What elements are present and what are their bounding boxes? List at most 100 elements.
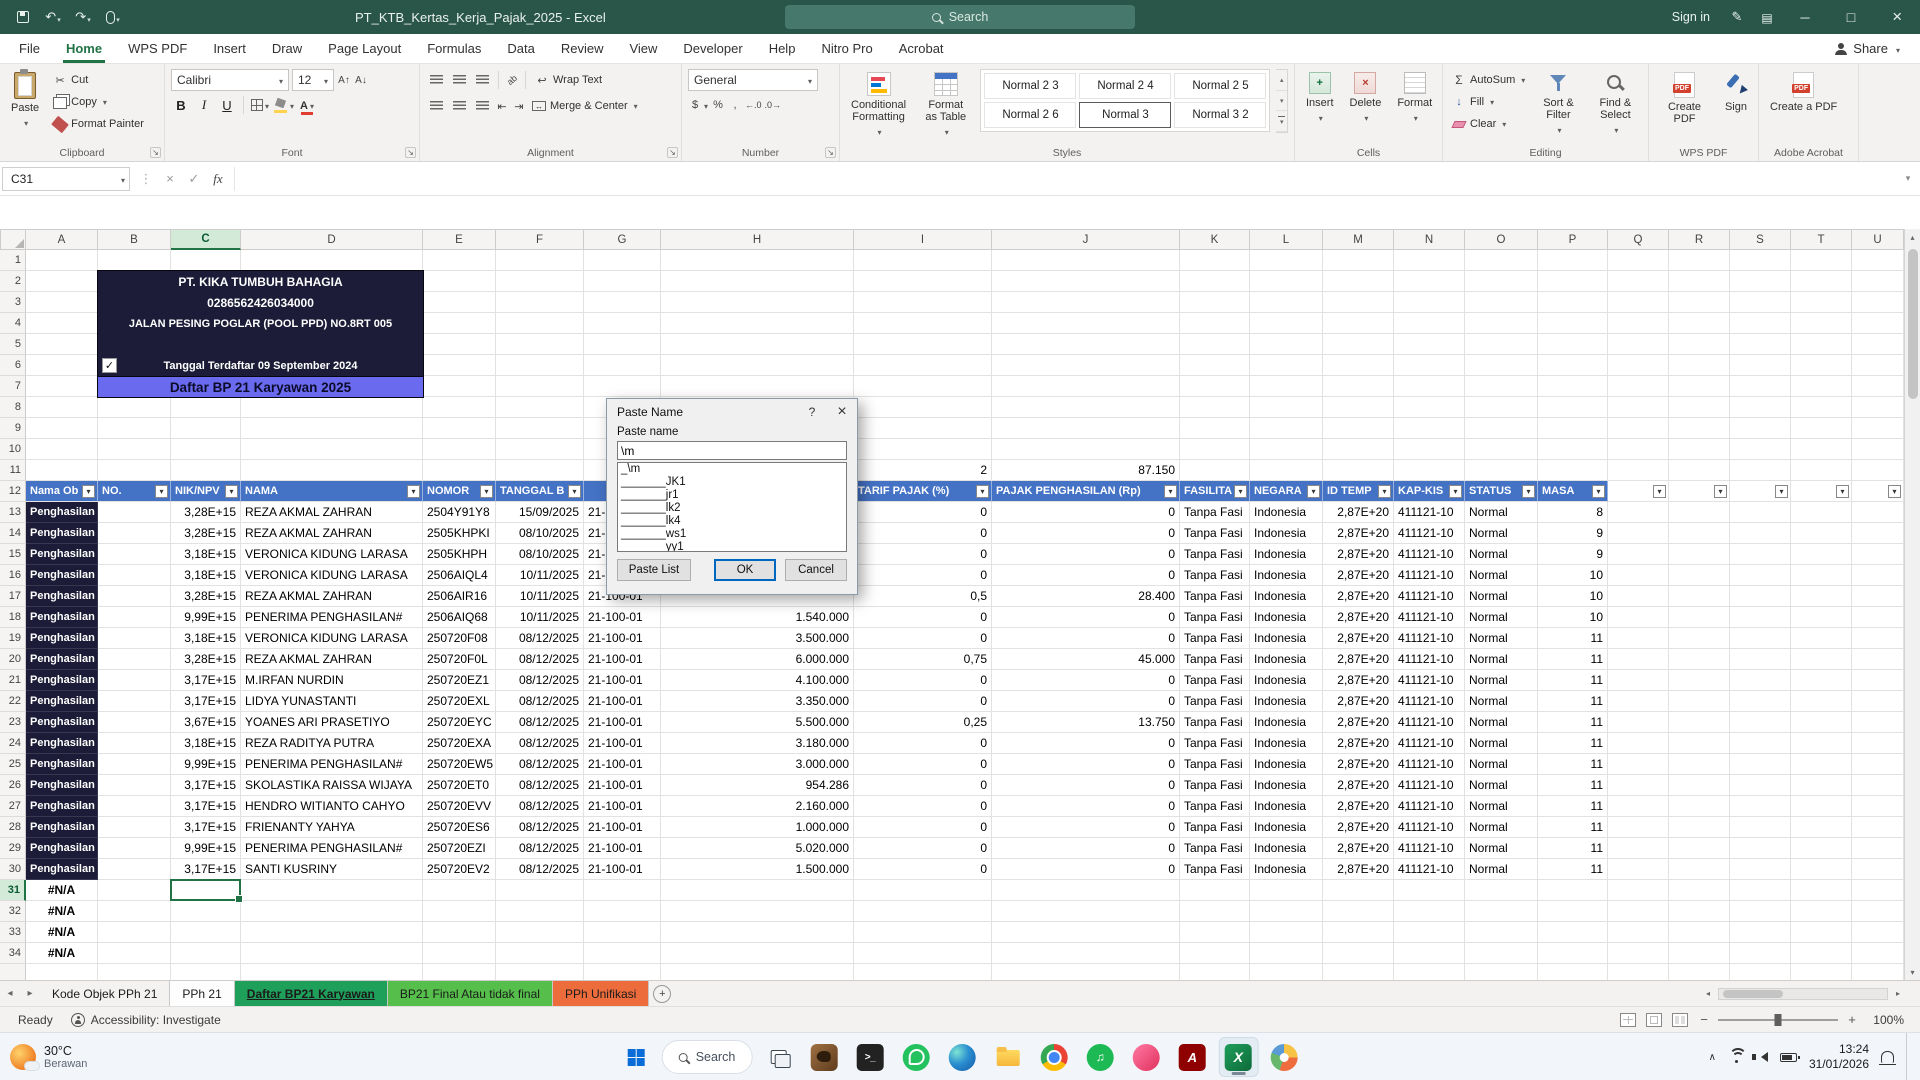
cell-R3[interactable] <box>1669 292 1730 313</box>
cell-J32[interactable] <box>992 901 1180 922</box>
row-header-14[interactable]: 14 <box>0 523 26 544</box>
cell-T23[interactable] <box>1791 712 1852 733</box>
cell-P18[interactable]: 10 <box>1538 607 1608 628</box>
cell-C21[interactable]: 3,17E+15 <box>171 670 241 691</box>
cell-P22[interactable]: 11 <box>1538 691 1608 712</box>
font-size-select[interactable]: 12 <box>292 69 334 91</box>
scroll-up-button[interactable] <box>1905 229 1920 245</box>
cell-P3[interactable] <box>1538 292 1608 313</box>
cell-J7[interactable] <box>992 376 1180 397</box>
cell-R34[interactable] <box>1669 943 1730 964</box>
cell-G22[interactable]: 21-100-01 <box>584 691 661 712</box>
cell-K3[interactable] <box>1180 292 1250 313</box>
cell-D8[interactable] <box>241 397 423 418</box>
cell-E23[interactable]: 250720EYC <box>423 712 496 733</box>
cell-H23[interactable]: 5.500.000 <box>661 712 854 733</box>
cell-A30[interactable]: Penghasilan yang diter <box>26 859 98 880</box>
ribbon-tab-insert[interactable]: Insert <box>200 34 259 63</box>
cell-U3[interactable] <box>1852 292 1904 313</box>
cell-Q28[interactable] <box>1608 817 1669 838</box>
orientation-button[interactable] <box>505 73 519 87</box>
cell-R2[interactable] <box>1669 271 1730 292</box>
cell-A2[interactable] <box>26 271 98 292</box>
ribbon-tab-nitro-pro[interactable]: Nitro Pro <box>808 34 885 63</box>
cell-N5[interactable] <box>1394 334 1465 355</box>
cell-E9[interactable] <box>423 418 496 439</box>
cell-U32[interactable] <box>1852 901 1904 922</box>
cell-style-normal-3-2[interactable]: Normal 3 2 <box>1174 102 1266 128</box>
cell-Q33[interactable] <box>1608 922 1669 943</box>
column-header-L[interactable]: L <box>1250 229 1323 250</box>
cell-G24[interactable]: 21-100-01 <box>584 733 661 754</box>
row-header-8[interactable]: 8 <box>0 397 26 418</box>
cell-J25[interactable]: 0 <box>992 754 1180 775</box>
row-header-4[interactable]: 4 <box>0 313 26 334</box>
cell-N9[interactable] <box>1394 418 1465 439</box>
cell-B21[interactable] <box>98 670 171 691</box>
font-family-select[interactable]: Calibri <box>171 69 289 91</box>
cell-R9[interactable] <box>1669 418 1730 439</box>
row-header-22[interactable]: 22 <box>0 691 26 712</box>
cell-A13[interactable]: Penghasilan yang diter <box>26 502 98 523</box>
cell-C12[interactable]: NIK/NPV <box>171 481 241 502</box>
cell-Q16[interactable] <box>1608 565 1669 586</box>
cell-K5[interactable] <box>1180 334 1250 355</box>
cell-A28[interactable]: Penghasilan yang diter <box>26 817 98 838</box>
cell-K9[interactable] <box>1180 418 1250 439</box>
cell-P24[interactable]: 11 <box>1538 733 1608 754</box>
ribbon-display-options-button[interactable] <box>1752 0 1782 34</box>
cell-A29[interactable]: Penghasilan yang diter <box>26 838 98 859</box>
cell-U29[interactable] <box>1852 838 1904 859</box>
sheet-tab-bp21-final-atau-tidak-final[interactable]: BP21 Final Atau tidak final <box>388 981 553 1006</box>
cell-O35[interactable] <box>1465 964 1538 980</box>
cell-A26[interactable]: Penghasilan yang diter <box>26 775 98 796</box>
wrap-text-button[interactable]: Wrap Text <box>532 69 605 91</box>
scroll-right-button[interactable] <box>1890 986 1906 1002</box>
cell-U12[interactable] <box>1852 481 1904 502</box>
cell-N20[interactable]: 411121-10 <box>1394 649 1465 670</box>
cell-B14[interactable] <box>98 523 171 544</box>
row-header-26[interactable]: 26 <box>0 775 26 796</box>
cell-S24[interactable] <box>1730 733 1791 754</box>
save-button[interactable] <box>10 4 36 30</box>
start-button[interactable] <box>616 1037 656 1077</box>
ribbon-tab-view[interactable]: View <box>616 34 670 63</box>
cell-L3[interactable] <box>1250 292 1323 313</box>
cell-O14[interactable]: Normal <box>1465 523 1538 544</box>
cell-C33[interactable] <box>171 922 241 943</box>
cell-G35[interactable] <box>584 964 661 980</box>
cell-S27[interactable] <box>1730 796 1791 817</box>
row-header-7[interactable]: 7 <box>0 376 26 397</box>
new-sheet-button[interactable] <box>649 981 675 1006</box>
cell-G4[interactable] <box>584 313 661 334</box>
cell-J34[interactable] <box>992 943 1180 964</box>
cell-C27[interactable]: 3,17E+15 <box>171 796 241 817</box>
cell-K16[interactable]: Tanpa Fasi <box>1180 565 1250 586</box>
cell-G3[interactable] <box>584 292 661 313</box>
cell-N2[interactable] <box>1394 271 1465 292</box>
cell-L16[interactable]: Indonesia <box>1250 565 1323 586</box>
format-as-table-button[interactable]: Format as Table <box>917 69 974 141</box>
accounting-format-button[interactable] <box>688 95 708 115</box>
cell-J21[interactable]: 0 <box>992 670 1180 691</box>
cell-H20[interactable]: 6.000.000 <box>661 649 854 670</box>
cut-button[interactable]: Cut <box>50 69 147 91</box>
cell-E18[interactable]: 2506AIQ68 <box>423 607 496 628</box>
cell-H28[interactable]: 1.000.000 <box>661 817 854 838</box>
cell-H4[interactable] <box>661 313 854 334</box>
cell-S12[interactable] <box>1730 481 1791 502</box>
fill-color-button[interactable] <box>273 95 294 115</box>
cell-U1[interactable] <box>1852 250 1904 271</box>
cell-U22[interactable] <box>1852 691 1904 712</box>
filter-button-I[interactable] <box>976 485 989 498</box>
align-center-button[interactable] <box>449 96 469 116</box>
zoom-in-button[interactable]: + <box>1846 1012 1858 1027</box>
share-button[interactable]: Share <box>1815 34 1920 63</box>
cell-A35[interactable] <box>26 964 98 980</box>
cell-N27[interactable]: 411121-10 <box>1394 796 1465 817</box>
row-header-13[interactable]: 13 <box>0 502 26 523</box>
cell-R28[interactable] <box>1669 817 1730 838</box>
cell-N21[interactable]: 411121-10 <box>1394 670 1465 691</box>
cell-B18[interactable] <box>98 607 171 628</box>
cell-M23[interactable]: 2,87E+20 <box>1323 712 1394 733</box>
